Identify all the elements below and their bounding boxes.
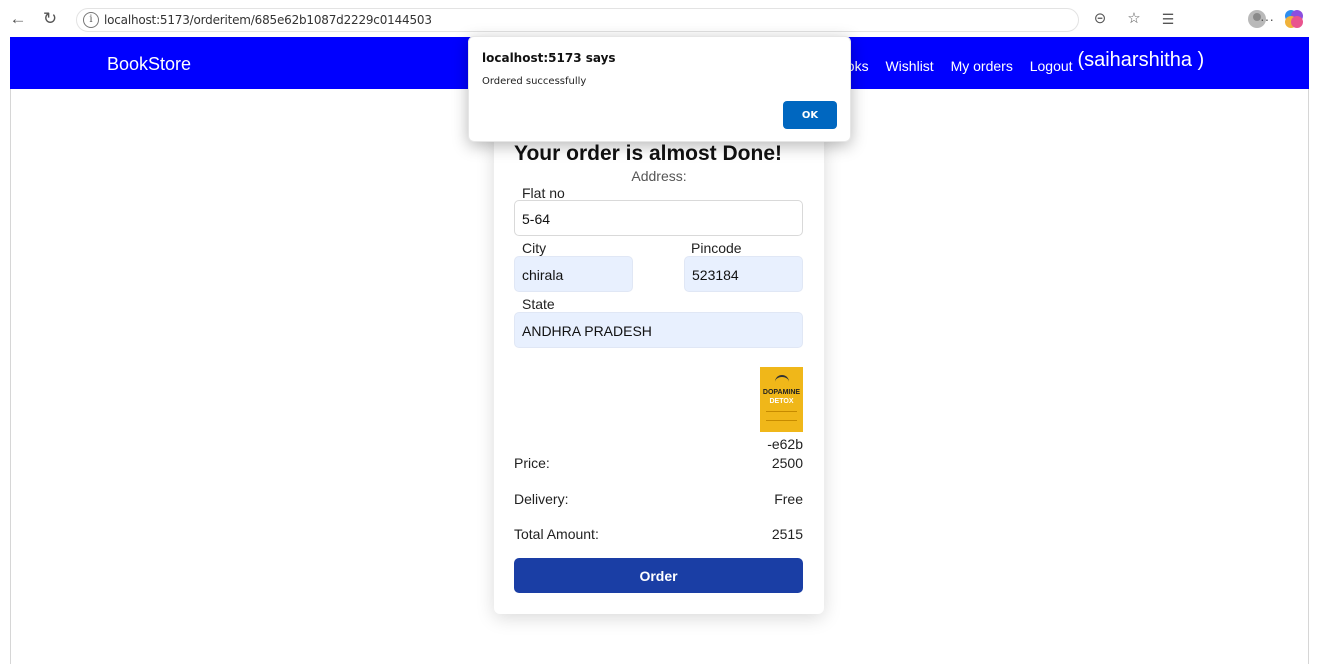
flat-input[interactable]: 5-64 — [514, 200, 803, 236]
page-border-right — [1308, 89, 1309, 664]
price-label: Price: — [514, 455, 550, 471]
delivery-value: Free — [774, 491, 803, 507]
state-label: State — [522, 296, 555, 312]
page-title: Your order is almost Done! — [514, 142, 782, 165]
book-cover-subtitle: DETOX — [769, 398, 794, 405]
nav-link-wishlist[interactable]: Wishlist — [885, 58, 933, 74]
book-cover-title: DOPAMINE — [762, 389, 801, 396]
ok-button[interactable]: OK — [783, 101, 837, 129]
more-icon[interactable]: ··· — [1254, 9, 1280, 29]
favorites-icon[interactable]: ☰ — [1157, 9, 1179, 29]
info-icon[interactable]: i — [83, 12, 99, 28]
brand-logo[interactable]: BookStore — [107, 54, 191, 75]
username-label: (saiharshitha ) — [1077, 49, 1205, 71]
book-cover-decoration — [766, 411, 797, 421]
nav-link-logout[interactable]: Logout — [1030, 58, 1073, 74]
pincode-label: Pincode — [691, 240, 742, 256]
order-button[interactable]: Order — [514, 558, 803, 593]
total-row: Total Amount: 2515 — [514, 526, 803, 542]
order-card: Your order is almost Done! Address: Flat… — [494, 112, 824, 614]
address-bar[interactable]: i localhost:5173/orderitem/685e62b1087d2… — [76, 8, 1079, 32]
address-url[interactable]: localhost:5173/orderitem/685e62b1087d222… — [104, 13, 432, 27]
total-label: Total Amount: — [514, 526, 599, 542]
state-input[interactable]: ANDHRA PRADESH — [514, 312, 803, 348]
total-value: 2515 — [771, 526, 803, 542]
reader-icon[interactable]: ⊝ — [1089, 9, 1111, 29]
browser-toolbar: ← ↻ i localhost:5173/orderitem/685e62b10… — [0, 0, 1319, 37]
address-heading: Address: — [631, 168, 687, 184]
delivery-label: Delivery: — [514, 491, 569, 507]
delivery-row: Delivery: Free — [514, 491, 803, 507]
nav-links: ooks Wishlist My orders Logout (saiharsh… — [839, 49, 1217, 77]
price-value: 2500 — [771, 455, 803, 471]
city-label: City — [522, 240, 547, 256]
copilot-icon[interactable] — [1284, 9, 1304, 29]
pincode-input[interactable]: 523184 — [684, 256, 803, 292]
page-border-left — [10, 89, 11, 664]
price-row: Price: 2500 — [514, 455, 803, 471]
book-cover-image: DOPAMINE DETOX — [760, 367, 803, 432]
city-input[interactable]: chirala — [514, 256, 633, 292]
back-arrow-icon[interactable]: ← — [8, 9, 28, 29]
book-id: -e62b — [767, 436, 803, 452]
reload-icon[interactable]: ↻ — [40, 9, 60, 29]
brain-icon — [775, 375, 789, 383]
dialog-message: Ordered successfully — [482, 76, 587, 87]
flat-label: Flat no — [522, 185, 565, 201]
nav-link-my-orders[interactable]: My orders — [951, 58, 1013, 74]
star-icon[interactable]: ☆ — [1123, 9, 1145, 29]
dialog-title: localhost:5173 says — [482, 51, 616, 65]
alert-dialog: localhost:5173 says Ordered successfully… — [468, 36, 851, 142]
